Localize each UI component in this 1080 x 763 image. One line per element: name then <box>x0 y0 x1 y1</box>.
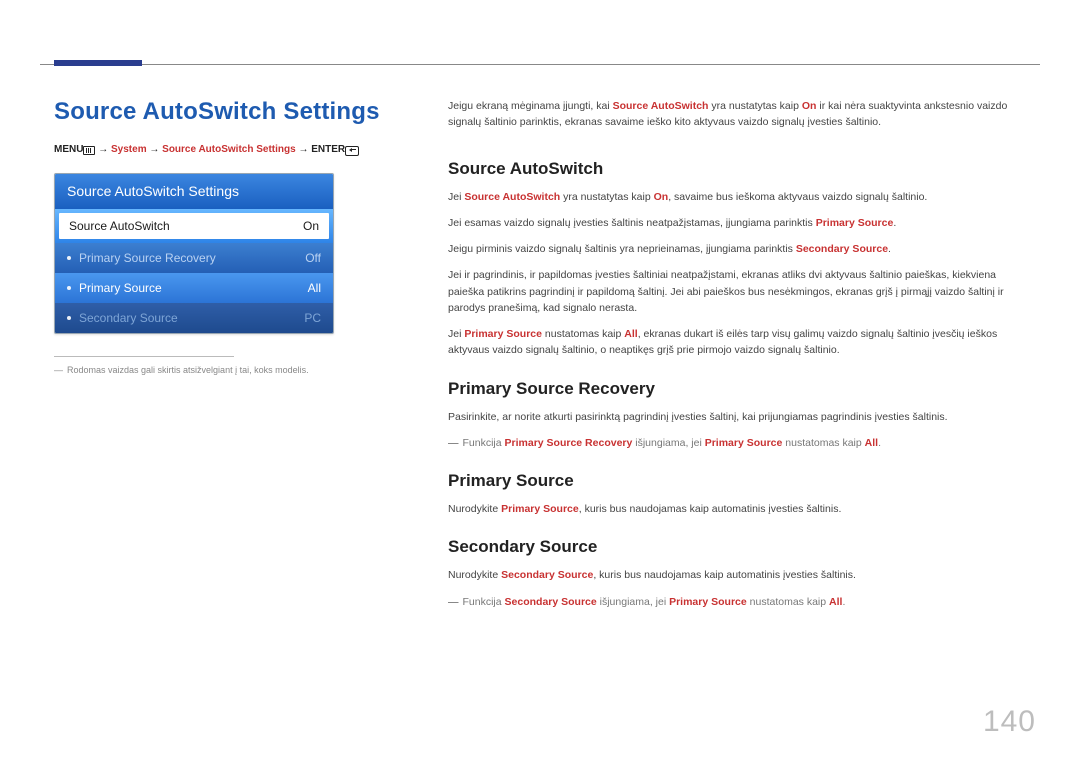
panel-row-label: Primary Source <box>67 281 162 295</box>
enter-icon <box>345 146 359 157</box>
settings-panel: Source AutoSwitch Settings Source AutoSw… <box>54 173 334 334</box>
panel-row-value: All <box>308 281 321 295</box>
note-rule <box>54 356 234 357</box>
panel-title: Source AutoSwitch Settings <box>55 174 333 209</box>
panel-row-label: Primary Source Recovery <box>67 251 216 265</box>
breadcrumb-sass: Source AutoSwitch Settings <box>162 144 296 155</box>
bullet-icon <box>67 256 71 260</box>
menu-icon <box>83 146 95 157</box>
panel-row[interactable]: Secondary Source PC <box>55 303 333 333</box>
panel-row[interactable]: Primary Source All <box>55 273 333 303</box>
breadcrumb-arrow: → <box>147 144 163 155</box>
panel-footnote: ―Rodomas vaizdas gali skirtis atsižvelgi… <box>54 365 394 375</box>
body-text: Jei ir pagrindinis, ir papildomas įvesti… <box>448 267 1030 316</box>
panel-row-value: Off <box>305 251 321 265</box>
panel-row-selected[interactable]: Source AutoSwitch On <box>55 209 333 243</box>
page-number: 140 <box>983 705 1036 739</box>
top-rule <box>40 64 1040 65</box>
page: Source AutoSwitch Settings MENU → System… <box>0 0 1080 763</box>
panel-row-label: Secondary Source <box>67 311 178 325</box>
top-rule-accent <box>54 60 142 66</box>
body-text: Jei Primary Source nustatomas kaip All, … <box>448 326 1030 359</box>
panel-row-label: Source AutoSwitch <box>69 219 170 233</box>
bullet-icon <box>67 286 71 290</box>
breadcrumb-arrow: → <box>95 144 111 155</box>
page-title: Source AutoSwitch Settings <box>54 98 394 126</box>
note-text: ―Funkcija Secondary Source išjungiama, j… <box>448 594 1030 610</box>
bullet-icon <box>67 316 71 320</box>
panel-row-value: On <box>303 219 319 233</box>
section-heading: Source AutoSwitch <box>448 159 1030 179</box>
body-text: Pasirinkite, ar norite atkurti pasirinkt… <box>448 409 1030 425</box>
breadcrumb-enter: ENTER <box>311 144 345 155</box>
body-text: Nurodykite Primary Source, kuris bus nau… <box>448 501 1030 517</box>
body-text: Jeigu pirminis vaizdo signalų šaltinis y… <box>448 241 1030 257</box>
intro-paragraph: Jeigu ekraną mėginama įjungti, kai Sourc… <box>448 98 1030 131</box>
section-heading: Primary Source <box>448 471 1030 491</box>
note-text: ―Funkcija Primary Source Recovery išjung… <box>448 435 1030 451</box>
right-column: Jeigu ekraną mėginama įjungti, kai Sourc… <box>448 98 1030 618</box>
breadcrumb-system: System <box>111 144 147 155</box>
breadcrumb-arrow: → <box>296 144 312 155</box>
panel-row[interactable]: Primary Source Recovery Off <box>55 243 333 273</box>
breadcrumb: MENU → System → Source AutoSwitch Settin… <box>54 144 394 157</box>
section-heading: Secondary Source <box>448 537 1030 557</box>
body-text: Jei esamas vaizdo signalų įvesties šalti… <box>448 215 1030 231</box>
body-text: Nurodykite Secondary Source, kuris bus n… <box>448 567 1030 583</box>
breadcrumb-menu: MENU <box>54 144 83 155</box>
section-heading: Primary Source Recovery <box>448 379 1030 399</box>
panel-row-value: PC <box>304 311 321 325</box>
body-text: Jei Source AutoSwitch yra nustatytas kai… <box>448 189 1030 205</box>
left-column: Source AutoSwitch Settings MENU → System… <box>54 98 394 375</box>
